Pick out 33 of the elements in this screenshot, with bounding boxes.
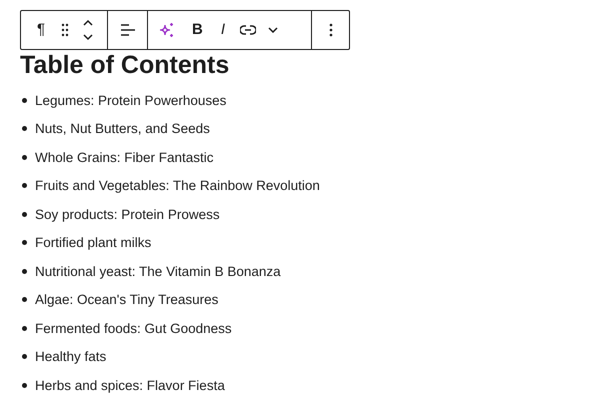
bullet-icon xyxy=(22,240,27,246)
drag-handle-icon[interactable] xyxy=(61,23,70,37)
list-item-text: Algae: Ocean's Tiny Treasures xyxy=(35,292,218,308)
list-item-text: Fermented foods: Gut Goodness xyxy=(35,320,232,336)
bullet-icon xyxy=(22,212,27,217)
list-item-text: Nuts, Nut Butters, and Seeds xyxy=(35,121,210,136)
list-item-text: Whole Grains: Fiber Fantastic xyxy=(35,150,214,165)
paragraph-button[interactable]: ¶ xyxy=(34,21,48,39)
heading: Table of Contents xyxy=(20,50,230,80)
bullet-icon xyxy=(22,268,27,274)
italic-button[interactable]: I xyxy=(218,21,228,39)
bold-button[interactable]: B xyxy=(189,21,206,39)
list-item-text: Healthy fats xyxy=(35,349,106,364)
list-item-text: Nutritional yeast: The Vitamin B Bonanza xyxy=(35,264,281,279)
sparkle-icon[interactable] xyxy=(159,22,175,38)
list-item-text: Herbs and spices: Flavor Fiesta xyxy=(35,378,225,393)
bullet-icon xyxy=(22,354,27,360)
list-item-text: Legumes: Protein Powerhouses xyxy=(35,92,226,108)
bullet-icon xyxy=(22,382,27,388)
bullet-icon xyxy=(22,326,27,331)
bullet-icon xyxy=(22,154,27,160)
link-icon[interactable] xyxy=(240,25,256,35)
list-item-text: Fruits and Vegetables: The Rainbow Revolution xyxy=(35,178,320,194)
bullet-icon xyxy=(22,126,27,132)
list-item-text: Fortified plant milks xyxy=(35,235,152,250)
move-up-down-icon[interactable] xyxy=(82,19,94,41)
chevron-down-icon[interactable] xyxy=(268,27,278,33)
bullet-icon xyxy=(22,98,27,103)
list-item-text: Soy products: Protein Prowess xyxy=(35,206,220,222)
bullet-icon xyxy=(22,183,27,188)
align-left-icon[interactable] xyxy=(120,24,134,36)
more-options-icon[interactable] xyxy=(328,23,332,37)
bullet-icon xyxy=(22,297,27,302)
